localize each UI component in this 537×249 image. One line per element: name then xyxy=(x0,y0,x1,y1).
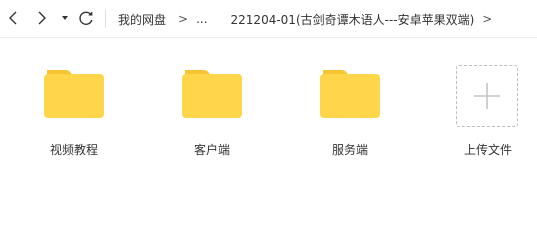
folder-icon xyxy=(44,68,104,118)
back-button[interactable] xyxy=(2,7,24,29)
folder-name: 服务端 xyxy=(331,143,368,157)
forward-button[interactable] xyxy=(31,7,53,29)
breadcrumb-item-ellipsis[interactable]: ... xyxy=(196,12,207,26)
history-dropdown-button[interactable] xyxy=(55,7,75,29)
upload-file-label: 上传文件 xyxy=(463,143,512,157)
refresh-button[interactable] xyxy=(75,7,97,29)
folder-item[interactable]: 服务端 xyxy=(300,60,400,160)
breadcrumb-separator: > xyxy=(482,12,493,26)
breadcrumb-separator: > xyxy=(178,12,189,26)
navigation-toolbar: 我的网盘 > ... 221204-01(古剑奇谭木语人---安卓苹果双端) > xyxy=(0,0,537,38)
folder-name: 视频教程 xyxy=(49,143,98,157)
file-grid: 视频教程 客户端 服务端 上传文件 xyxy=(0,38,537,249)
folder-item[interactable]: 客户端 xyxy=(162,60,262,160)
breadcrumb-item-current-folder[interactable]: 221204-01(古剑奇谭木语人---安卓苹果双端) xyxy=(231,11,475,28)
folder-icon xyxy=(182,68,242,118)
chevron-left-icon xyxy=(2,7,24,29)
folder-name: 客户端 xyxy=(193,143,230,157)
caret-down-icon xyxy=(55,7,75,29)
breadcrumb-item-my-drive[interactable]: 我的网盘 xyxy=(118,11,166,28)
upload-file-button[interactable] xyxy=(456,65,518,127)
chevron-right-icon xyxy=(31,7,53,29)
upload-file-item[interactable]: 上传文件 xyxy=(438,60,537,160)
breadcrumb: 我的网盘 > ... 221204-01(古剑奇谭木语人---安卓苹果双端) > xyxy=(118,0,492,38)
folder-icon xyxy=(320,68,380,118)
folder-item[interactable]: 视频教程 xyxy=(24,60,124,160)
toolbar-divider xyxy=(105,10,106,28)
refresh-icon xyxy=(75,7,97,29)
